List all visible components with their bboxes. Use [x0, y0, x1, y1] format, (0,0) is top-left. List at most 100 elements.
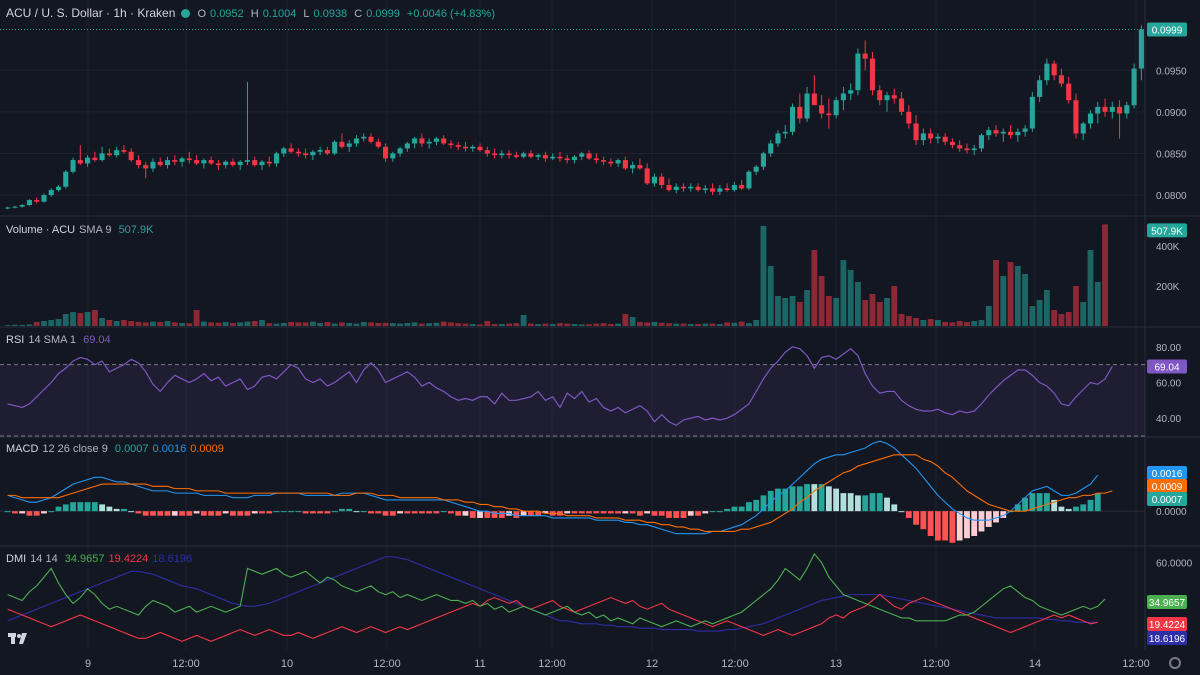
volume-bar	[389, 323, 396, 326]
volume-bar	[818, 276, 825, 326]
volume-bar	[360, 322, 367, 326]
candle-body	[266, 161, 272, 164]
macd-histogram-bar	[695, 511, 701, 516]
candle-body	[760, 153, 766, 167]
macd-histogram-bar	[331, 511, 338, 513]
macd-histogram-bar	[637, 511, 643, 516]
volume-bar	[48, 320, 55, 326]
volume-bar	[549, 324, 556, 326]
volume-bar	[128, 321, 135, 326]
rsi-legend-value: 69.04	[83, 334, 111, 346]
volume-bar	[346, 323, 353, 326]
macd-histogram-bar	[891, 504, 898, 512]
volume-bar	[302, 322, 309, 326]
macd-histogram-bar	[448, 511, 454, 514]
volume-bar	[578, 324, 585, 326]
volume-bar	[288, 322, 294, 326]
macd-histogram-bar	[622, 511, 629, 514]
macd-histogram-bar	[462, 511, 469, 516]
volume-bar	[157, 322, 164, 326]
candle-body	[19, 205, 25, 207]
volume-bar	[309, 321, 316, 326]
volume-bar	[186, 323, 193, 326]
macd-legend-hist: 0.0007	[114, 443, 149, 455]
candle-body	[477, 146, 483, 151]
candle-body	[1102, 106, 1108, 112]
price-tick-label: 0.0850	[1156, 149, 1187, 160]
candle-body	[666, 185, 672, 191]
volume-bar	[978, 320, 985, 326]
macd-histogram-bar	[397, 511, 403, 514]
volume-bar	[905, 316, 912, 326]
macd-histogram-bar	[91, 502, 98, 512]
volume-bar	[644, 322, 651, 326]
macd-histogram-bar	[811, 484, 818, 512]
settings-gear-icon[interactable]	[1169, 657, 1181, 669]
volume-bar	[775, 296, 781, 326]
tradingview-logo-icon[interactable]	[8, 630, 30, 646]
volume-bar	[542, 323, 549, 326]
macd-histogram-bar	[200, 511, 207, 516]
macd-histogram-bar	[796, 486, 803, 512]
volume-bar	[208, 322, 215, 326]
candle-body	[978, 135, 985, 149]
candle-body	[971, 148, 977, 151]
macd-histogram-bar	[738, 506, 745, 512]
volume-legend-value: 507.9K	[118, 224, 154, 236]
macd-legend-name[interactable]: MACD	[6, 443, 38, 455]
x-tick-label: 12:00	[538, 658, 566, 670]
volume-bar	[259, 320, 265, 326]
volume-bar	[222, 322, 229, 326]
volume-bar	[353, 323, 360, 326]
macd-histogram-bar	[644, 511, 651, 514]
macd-histogram-bar	[440, 511, 447, 513]
macd-histogram-bar	[128, 511, 135, 513]
macd-histogram-bar	[1094, 493, 1101, 512]
candle-body	[579, 153, 585, 157]
candle-body	[70, 160, 76, 172]
symbol-title[interactable]: ACU / U. S. Dollar · 1h · Kraken	[6, 6, 175, 20]
candle-body	[942, 136, 948, 142]
rsi-legend-name[interactable]: RSI	[6, 334, 24, 346]
chart-canvas[interactable]: 9 12:00 10 12:00 11 12:00 12 12:00 13 12:00 14 12:0…	[0, 0, 1200, 675]
candle-body	[34, 200, 40, 202]
candle-body	[361, 136, 367, 139]
volume-bar	[55, 319, 62, 326]
candle-body	[426, 141, 432, 144]
macd-histogram-bar	[113, 508, 120, 512]
macd-histogram-bar	[33, 511, 40, 516]
dmi-legend-name[interactable]: DMI	[6, 553, 26, 565]
volume-bar	[411, 322, 418, 326]
volume-bar	[1080, 302, 1087, 326]
candle-body	[48, 190, 54, 196]
volume-bar	[586, 324, 592, 326]
candle-body	[739, 185, 745, 189]
macd-histogram-bar	[251, 511, 258, 514]
macd-histogram-bar	[324, 511, 331, 514]
candle-body	[244, 160, 251, 162]
volume-bar	[368, 322, 374, 326]
volume-bar	[956, 321, 963, 326]
x-tick-label: 12:00	[373, 658, 401, 670]
volume-bar	[942, 322, 949, 326]
macd-histogram-bar	[825, 486, 832, 512]
macd-histogram-bar	[142, 511, 149, 516]
candle-body	[201, 160, 207, 164]
volume-bar	[571, 324, 578, 326]
volume-bar	[593, 323, 600, 326]
volume-bar	[33, 322, 40, 326]
open-value: 0.0952	[210, 8, 244, 20]
candle-body	[63, 171, 69, 187]
volume-legend-name[interactable]: Volume · ACU	[6, 224, 75, 236]
high-value: 0.1004	[262, 8, 297, 20]
volume-bar	[506, 323, 512, 326]
volume-bar	[731, 322, 738, 326]
candle-body	[273, 153, 280, 164]
candle-body	[564, 158, 570, 161]
volume-bar	[1014, 266, 1021, 326]
volume-bar	[934, 320, 941, 326]
candle-body	[1080, 123, 1086, 134]
volume-bar	[913, 318, 919, 326]
macd-histogram-bar	[833, 488, 840, 512]
candle-body	[1029, 96, 1035, 129]
